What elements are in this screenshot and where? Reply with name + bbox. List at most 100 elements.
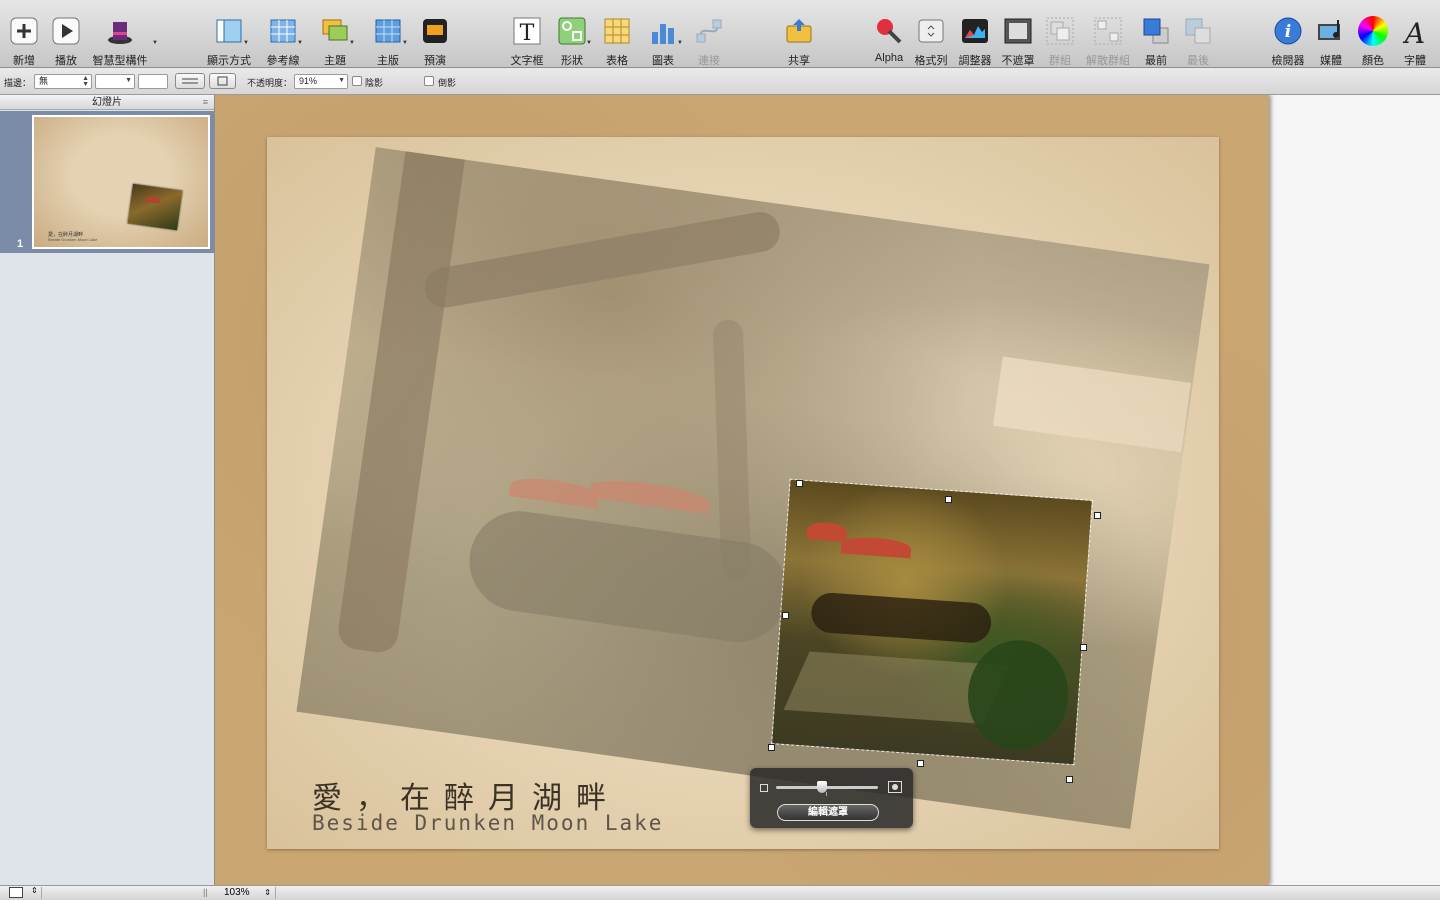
fonts-button[interactable]: A 字體: [1387, 14, 1440, 67]
format-bar: 描邊： 無 ▲ ▼ ▼ 不透明度： 91% ▼ 陰影 倒影: [0, 68, 1440, 95]
resize-grip-icon[interactable]: ||: [203, 887, 208, 897]
reflection-label: 倒影: [438, 78, 457, 88]
plus-icon: [9, 16, 39, 46]
navigator-header: 幻燈片 ≡: [0, 95, 214, 110]
svg-text:A: A: [1402, 17, 1425, 46]
stroke-select[interactable]: 無 ▲ ▼: [34, 74, 92, 89]
thumbnail-photo: [127, 183, 183, 231]
zoom-select[interactable]: 103% ⇕: [218, 887, 276, 899]
resize-handle-right[interactable]: [1080, 644, 1087, 651]
resize-handle-bottom-right[interactable]: [1066, 776, 1073, 783]
media-icon: [1316, 16, 1346, 46]
stroke-label: 描邊：: [4, 78, 32, 88]
edit-mask-button[interactable]: 編輯遮罩: [777, 804, 879, 821]
color-wheel-icon: [1358, 16, 1388, 46]
adjust-icon: [960, 16, 990, 46]
preview-icon: [420, 16, 450, 46]
masked-photo[interactable]: [771, 478, 1093, 766]
resize-handle-top-left[interactable]: [796, 480, 803, 487]
table-icon: [602, 16, 632, 46]
slider-tick: [826, 792, 827, 796]
ungroup-icon: [1093, 16, 1123, 46]
preview-label: 預演: [424, 55, 446, 67]
opacity-value: 91%: [299, 76, 318, 86]
frame-button[interactable]: [209, 73, 236, 89]
connect-label: 連接: [698, 55, 720, 67]
font-icon: A: [1400, 16, 1430, 50]
fonts-label: 字體: [1404, 55, 1426, 67]
slide[interactable]: 愛，在醉月湖畔 Beside Drunken Moon Lake 編輯遮罩: [215, 95, 1269, 885]
view-stepper-icon: ⇕: [31, 886, 38, 895]
toolbar: 新增 播放 ▼ 智慧型構件 ▼ 顯示方式 ▼ 參考線 ▼ 主題 ▼ 主版 預演 …: [0, 0, 1440, 68]
format-bar-icon: [916, 16, 946, 46]
resize-handle-bottom-left[interactable]: [768, 744, 775, 751]
connect-button[interactable]: 連接: [681, 14, 737, 67]
text-box-icon: T: [512, 16, 542, 46]
opacity-input[interactable]: 91% ▼: [294, 74, 348, 89]
themes-caret-icon: ▼: [349, 40, 355, 46]
resize-handle-top[interactable]: [945, 496, 952, 503]
slide-canvas: 愛，在醉月湖畔 Beside Drunken Moon Lake 編輯遮罩: [215, 95, 1440, 885]
svg-text:T: T: [520, 21, 535, 46]
small-image-icon: [760, 784, 768, 792]
smart-build-label: 智慧型構件: [92, 55, 148, 67]
slide-thumbnail-row[interactable]: 1 愛，在醉月湖畔 Beside Drunken Moon Lake: [0, 111, 214, 253]
reflection-checkbox[interactable]: [424, 76, 434, 86]
person-icon: [9, 887, 23, 898]
opacity-caret-icon: ▼: [338, 77, 345, 84]
stroke-stepper-icon: ▲ ▼: [82, 75, 89, 88]
mask-hud: 編輯遮罩: [750, 768, 913, 828]
slide-number: 1: [17, 238, 24, 250]
guides-caret-icon: ▼: [297, 40, 303, 46]
roof: [992, 356, 1191, 453]
share-icon: [784, 16, 814, 46]
slide-thumbnail[interactable]: 愛，在醉月湖畔 Beside Drunken Moon Lake: [32, 115, 210, 249]
share-button[interactable]: 共享: [771, 14, 827, 67]
navigator-title: 幻燈片: [92, 97, 122, 108]
bar-chart-icon: [648, 16, 678, 46]
connect-icon: [694, 16, 724, 46]
umbrella: [508, 474, 601, 509]
grid-icon: [268, 16, 298, 46]
smart-build-button[interactable]: ▼ 智慧型構件: [92, 14, 158, 67]
play-icon: [51, 16, 81, 46]
thumbnail-subtitle: Beside Drunken Moon Lake: [48, 237, 98, 242]
stroke-width-caret-icon: ▼: [125, 77, 132, 84]
mask-icon: [1003, 16, 1033, 46]
opacity-label: 不透明度：: [247, 78, 293, 88]
line-style-button[interactable]: [175, 73, 205, 89]
tree-branch: [421, 208, 784, 311]
view-icon: [214, 16, 244, 46]
plant: [964, 636, 1072, 754]
stroke-value: 無: [39, 76, 49, 86]
umbrella: [589, 475, 712, 514]
magic-hat-icon: [105, 16, 135, 46]
masters-icon: [373, 16, 403, 46]
zoom-stepper-icon: ⇕: [264, 888, 271, 897]
stroke-color-well[interactable]: [138, 74, 168, 89]
frame-icon: [217, 76, 228, 86]
view-caret-icon: ▼: [243, 40, 249, 46]
status-bar: ⇕ || 103% ⇕: [0, 885, 1440, 900]
svg-text:i: i: [1285, 22, 1291, 42]
resize-handle-bottom[interactable]: [917, 760, 924, 767]
shadow-checkbox[interactable]: [352, 76, 362, 86]
slide-navigator: 幻燈片 ≡ 1 愛，在醉月湖畔 Beside Drunken Moon Lake: [0, 95, 215, 885]
resize-handle-top-right[interactable]: [1094, 512, 1101, 519]
crowd: [810, 591, 993, 645]
stroke-width-select[interactable]: ▼: [95, 74, 135, 89]
back-icon: [1183, 16, 1213, 46]
themes-icon: [320, 16, 350, 46]
navigator-view-menu[interactable]: ⇕: [6, 886, 42, 899]
preview-button[interactable]: 預演: [407, 14, 463, 67]
large-image-icon: [888, 781, 902, 793]
zoom-value: 103%: [224, 887, 250, 898]
slide-subtitle[interactable]: Beside Drunken Moon Lake: [312, 811, 663, 835]
send-to-back-button[interactable]: 最後: [1170, 14, 1226, 67]
shadow-label: 陰影: [365, 78, 384, 88]
navigator-options-icon[interactable]: ≡: [203, 95, 208, 110]
info-icon: i: [1273, 16, 1303, 46]
umbrella: [840, 535, 912, 559]
resize-handle-left[interactable]: [782, 612, 789, 619]
smart-build-caret-icon: ▼: [152, 40, 158, 46]
